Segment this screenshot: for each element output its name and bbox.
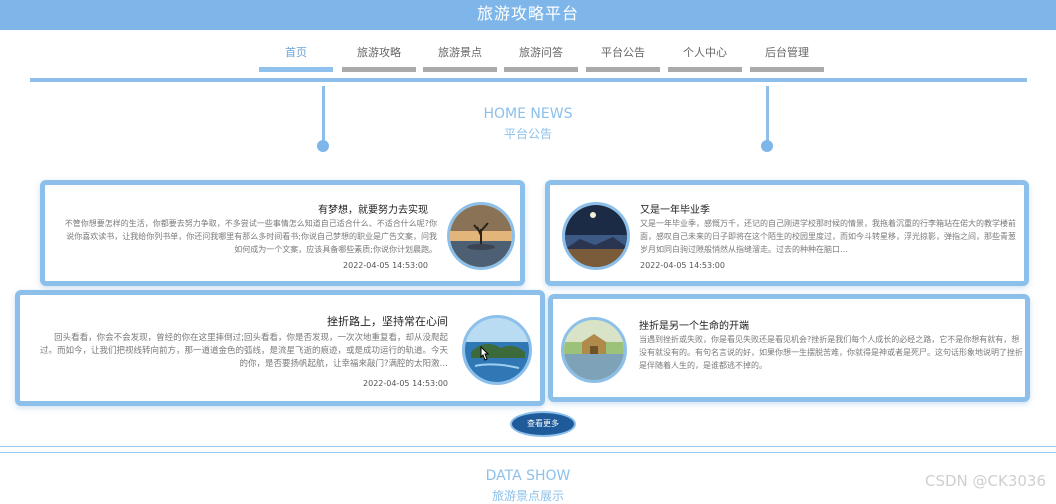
- news-card-thumbnail[interactable]: [561, 317, 627, 383]
- nav-underline: [342, 67, 416, 72]
- lake-temple-image: [564, 320, 624, 380]
- watermark: CSDN @CK3036: [924, 472, 1046, 490]
- nav-item-home[interactable]: 首页: [259, 44, 333, 72]
- news-title-en: HOME NEWS: [483, 106, 573, 122]
- nav-item-qa[interactable]: 旅游问答: [504, 44, 578, 72]
- news-card[interactable]: 有梦想，就要努力去实现 不管你想要怎样的生活，你都要去努力争取，不多尝试一些事情…: [40, 180, 525, 286]
- nav-item-label: 旅游攻略: [357, 46, 401, 59]
- nav-item-label: 个人中心: [683, 46, 727, 59]
- nav-item-profile[interactable]: 个人中心: [668, 44, 742, 72]
- nav-underline: [750, 67, 824, 72]
- main-nav: 首页 旅游攻略 旅游景点 旅游问答 平台公告 个人中心 后台管理: [0, 44, 1056, 74]
- nav-underline: [504, 67, 578, 72]
- data-title-cn: 旅游景点展示: [491, 489, 564, 503]
- nav-underline: [668, 67, 742, 72]
- nav-underline: [423, 67, 497, 72]
- lake-tree-sunset-image: [450, 205, 512, 267]
- nav-item-label: 首页: [285, 46, 307, 59]
- news-card-thumbnail[interactable]: [447, 202, 515, 270]
- news-card[interactable]: 又是一年毕业季 又是一年毕业季，感慨万千，还记的自己刚进学校那时候的情景，我拖着…: [545, 180, 1029, 286]
- news-card-summary: 当遇到挫折或失败，你是看见失败还是看见机会?挫折是我们每个人成长的必经之路，它不…: [639, 335, 1023, 370]
- news-card-title[interactable]: 挫折路上，坚持常在心间: [327, 313, 448, 329]
- news-card-summary: 回头看看，你会不会发现，曾经的你在这里摔倒过;回头看看，你是否发现，一次次地重复…: [40, 333, 448, 369]
- site-title: 旅游攻略平台: [476, 4, 579, 23]
- news-card-date: 2022-04-05 14:53:00: [640, 261, 725, 270]
- data-title-en: DATA SHOW: [485, 468, 571, 484]
- news-title-cn: 平台公告: [503, 127, 552, 141]
- news-card-title[interactable]: 又是一年毕业季: [640, 201, 710, 216]
- news-card-title[interactable]: 挫折是另一个生命的开端: [639, 317, 749, 332]
- news-card-title[interactable]: 有梦想，就要努力去实现: [318, 201, 428, 216]
- section-divider: [0, 446, 1056, 447]
- news-card[interactable]: 挫折是另一个生命的开端 当遇到挫折或失败，你是看见失败还是看见机会?挫折是我们每…: [548, 294, 1030, 402]
- nav-underline: [259, 67, 333, 72]
- news-card-thumbnail[interactable]: [562, 202, 630, 270]
- nav-item-label: 后台管理: [765, 46, 809, 59]
- mouse-cursor-icon: [478, 345, 490, 366]
- nav-divider: [30, 78, 1027, 82]
- nav-item-announcements[interactable]: 平台公告: [586, 44, 660, 72]
- view-more-button[interactable]: 查看更多: [510, 411, 576, 437]
- nav-item-admin[interactable]: 后台管理: [750, 44, 824, 72]
- nav-underline: [586, 67, 660, 72]
- header-bar: 旅游攻略平台: [0, 0, 1056, 30]
- news-card-date: 2022-04-05 14:53:00: [363, 379, 448, 388]
- island-sea-image: [465, 318, 529, 382]
- nav-item-attractions[interactable]: 旅游景点: [423, 44, 497, 72]
- news-card[interactable]: 挫折路上，坚持常在心间 回头看看，你会不会发现，曾经的你在这里摔倒过;回头看看，…: [15, 290, 545, 406]
- nav-item-guides[interactable]: 旅游攻略: [342, 44, 416, 72]
- news-card-summary: 不管你想要怎样的生活，你都要去努力争取，不多尝试一些事情怎么知道自己适合什么、不…: [64, 219, 437, 254]
- news-card-thumbnail[interactable]: [462, 315, 532, 385]
- news-card-summary: 又是一年毕业季，感慨万千，还记的自己刚进学校那时候的情景，我拖着沉重的行李箱站在…: [640, 219, 1016, 254]
- nav-item-label: 旅游景点: [438, 46, 482, 59]
- section-divider: [0, 452, 1056, 453]
- nav-item-label: 旅游问答: [519, 46, 563, 59]
- night-sky-coast-image: [565, 205, 627, 267]
- nav-item-label: 平台公告: [601, 46, 645, 59]
- news-card-date: 2022-04-05 14:53:00: [343, 261, 428, 270]
